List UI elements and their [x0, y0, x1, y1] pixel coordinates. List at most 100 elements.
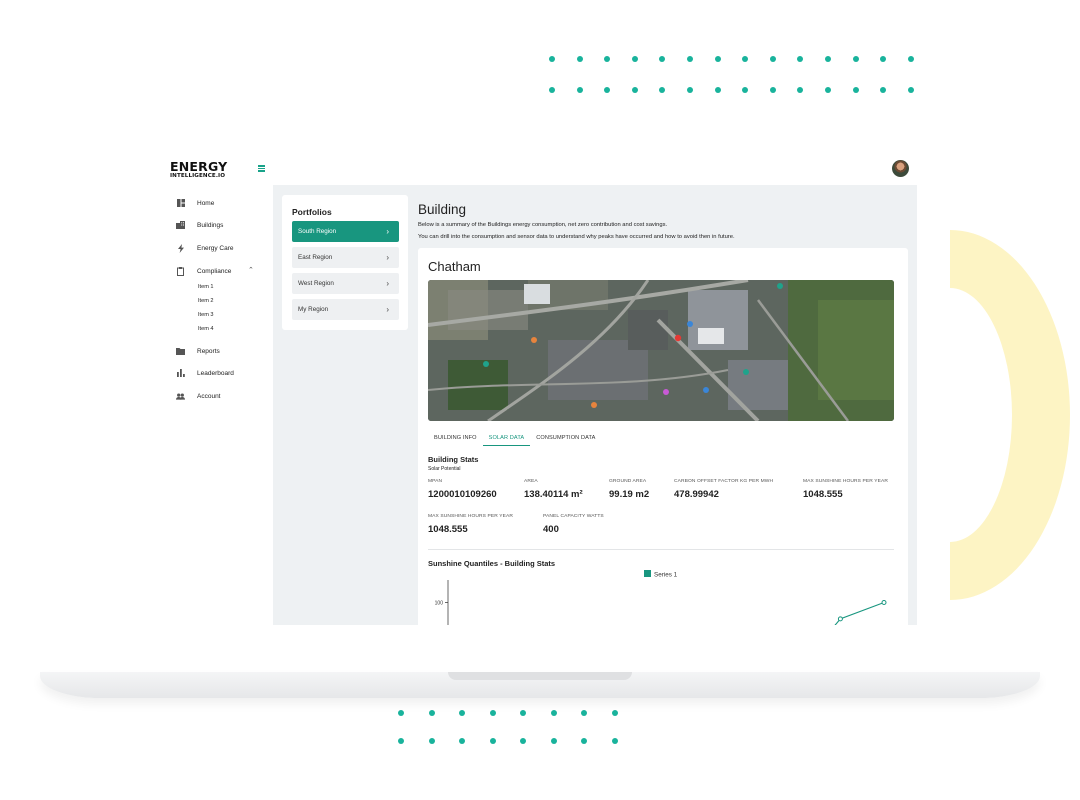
y-tick-label: 100 [435, 601, 444, 607]
decorative-dot [769, 56, 776, 62]
satellite-map[interactable] [428, 280, 894, 421]
bar-chart-icon [176, 369, 185, 378]
decorative-dot [825, 56, 831, 62]
portfolios-title: Portfolios [292, 207, 332, 217]
tab-solar-data[interactable]: SOLAR DATA [482, 431, 531, 446]
decorative-dot [631, 56, 638, 62]
legend-swatch [644, 570, 651, 577]
decorative-dot [797, 87, 804, 93]
chevron-right-icon: › [386, 253, 389, 262]
chevron-right-icon: › [386, 279, 389, 288]
sidebar-item-account[interactable]: Account [176, 389, 221, 403]
region-button-east[interactable]: East Region › [292, 247, 399, 268]
decorative-dot [549, 87, 555, 93]
sidebar-subitem-4[interactable]: Item 4 [198, 326, 214, 332]
stat-value: 1048.555 [428, 524, 468, 535]
sidebar: Home Buildings Energy Care Compliance ⌃ … [165, 185, 273, 625]
stat-label: MAX SUNSHINE HOURS PER YEAR [803, 479, 888, 484]
decorative-dot [907, 87, 914, 93]
sidebar-item-buildings[interactable]: Buildings [176, 218, 223, 232]
chevron-up-icon[interactable]: ⌃ [248, 266, 254, 274]
decorative-dot [520, 738, 526, 744]
decorative-dot [880, 87, 887, 93]
region-label: West Region [298, 280, 334, 287]
decorative-dot [398, 710, 404, 716]
page-description-line-2: You can drill into the consumption and s… [418, 234, 735, 240]
stat-value: 99.19 m2 [609, 489, 650, 500]
tab-building-info[interactable]: BUILDING INFO [428, 431, 483, 446]
building-tabs: BUILDING INFO SOLAR DATA CONSUMPTION DAT… [428, 431, 601, 446]
sidebar-item-reports[interactable]: Reports [176, 344, 220, 358]
sidebar-subitem-2[interactable]: Item 2 [198, 298, 214, 304]
chevron-right-icon: › [386, 305, 389, 314]
decorative-arc [950, 230, 1080, 600]
region-button-west[interactable]: West Region › [292, 273, 399, 294]
sidebar-item-leaderboard[interactable]: Leaderboard [176, 366, 234, 380]
logo[interactable]: ENERGY INTELLIGENCE.IO [170, 160, 227, 179]
decorative-dot [742, 87, 749, 93]
dashboard-icon [176, 199, 185, 208]
decorative-dot [581, 710, 587, 716]
main-content: Portfolios South Region › East Region › … [273, 185, 917, 625]
region-label: South Region [298, 228, 337, 235]
decorative-dot [576, 87, 583, 93]
chart-title: Sunshine Quantiles - Building Stats [428, 559, 556, 568]
decorative-dot [576, 56, 583, 62]
stat-ground-area: GROUND AREA 99.19 m2 [609, 479, 649, 500]
decorative-dot [489, 710, 496, 716]
clipboard-icon [176, 266, 185, 276]
menu-toggle-icon[interactable] [258, 165, 265, 172]
stat-max-sunshine-2: MAX SUNSHINE HOURS PER YEAR 1048.555 [428, 514, 513, 535]
stat-label: GROUND AREA [609, 479, 647, 484]
decorative-dot [797, 56, 804, 62]
stat-mpan: MPAN 1200010109260 [428, 479, 497, 500]
region-label: East Region [298, 254, 333, 261]
sidebar-subitem-1[interactable]: Item 1 [198, 284, 214, 290]
stats-title: Building Stats [428, 455, 479, 464]
building-card: Chatham BUILDING INFO SOLAR DATA CONSUMP… [418, 248, 908, 625]
decorative-dot [880, 56, 887, 62]
decorative-dot [489, 738, 496, 744]
tab-consumption-data[interactable]: CONSUMPTION DATA [530, 431, 601, 446]
page-description-line-1: Below is a summary of the Buildings ener… [418, 222, 668, 228]
folder-icon [176, 347, 185, 356]
sidebar-item-home[interactable]: Home [176, 196, 214, 210]
stat-value: 138.40114 m² [524, 489, 583, 500]
series-1-line [834, 601, 885, 625]
stat-carbon-offset: CARBON OFFSET FACTOR KG PER MWH 478.9994… [674, 479, 773, 500]
sidebar-item-energy-care[interactable]: Energy Care [176, 241, 234, 255]
marketing-screenshot: ENERGY INTELLIGENCE.IO Home Buildings En… [0, 0, 1080, 800]
stat-value: 478.99942 [674, 489, 719, 500]
decorative-dot [581, 738, 587, 744]
decorative-dot [611, 738, 618, 744]
decorative-dot [659, 56, 666, 62]
laptop-notch [448, 672, 632, 680]
stat-label: MAX SUNSHINE HOURS PER YEAR [428, 514, 513, 519]
stat-label: PANEL CAPACITY WATTS [543, 514, 604, 519]
decorative-dot [687, 87, 693, 93]
region-button-my[interactable]: My Region › [292, 299, 399, 320]
sidebar-item-label: Reports [197, 347, 220, 355]
page-title: Building [418, 202, 467, 217]
sidebar-item-label: Buildings [197, 221, 224, 229]
stat-label: AREA [524, 479, 538, 484]
sidebar-item-compliance[interactable]: Compliance [176, 264, 231, 278]
decorative-dot [550, 710, 557, 716]
decorative-dot [714, 87, 721, 93]
sidebar-item-label: Home [197, 199, 215, 207]
decorative-dot [550, 738, 557, 744]
decorative-dot [907, 56, 914, 62]
stat-panel-capacity: PANEL CAPACITY WATTS 400 [543, 514, 604, 535]
logo-sub-text: INTELLIGENCE.IO [170, 172, 226, 179]
user-avatar[interactable] [892, 160, 909, 177]
sidebar-item-label: Energy Care [197, 244, 234, 252]
buildings-icon [176, 221, 185, 230]
decorative-dot [604, 56, 611, 62]
decorative-dot [520, 710, 526, 716]
stat-label: CARBON OFFSET FACTOR KG PER MWH [674, 479, 774, 484]
decorative-dot [852, 56, 859, 62]
chevron-right-icon: › [386, 227, 389, 236]
sidebar-subitem-3[interactable]: Item 3 [198, 312, 214, 318]
sidebar-item-label: Account [197, 392, 221, 400]
region-button-south[interactable]: South Region › [292, 221, 399, 242]
